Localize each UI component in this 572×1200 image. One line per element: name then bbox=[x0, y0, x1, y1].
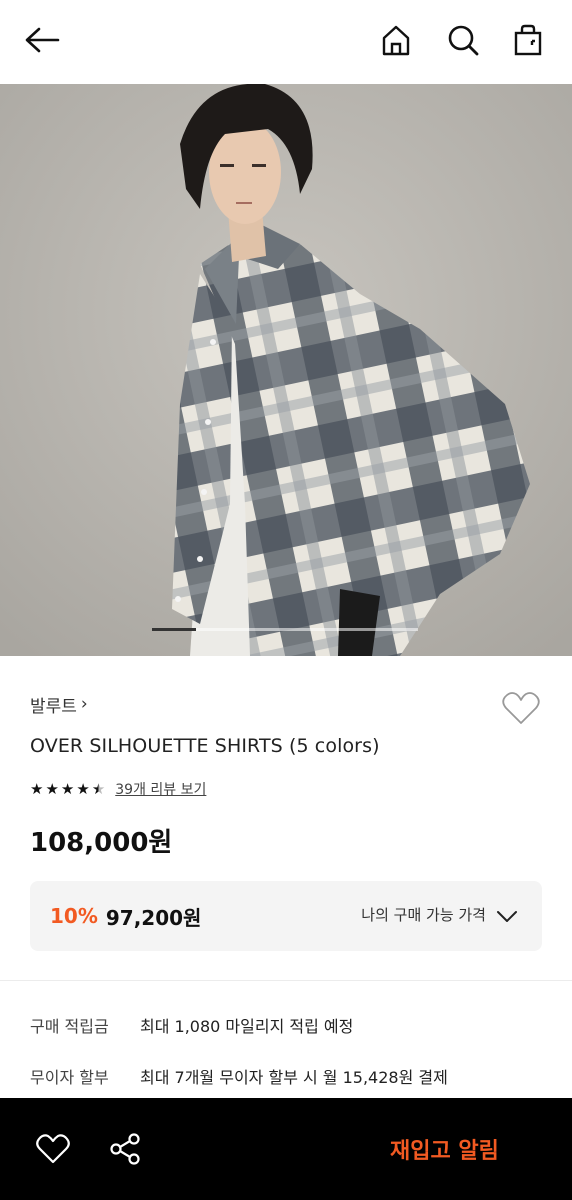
wish-button[interactable] bbox=[34, 1130, 72, 1168]
installment-value: 최대 7개월 무이자 할부 시 월 15,428원 결제 bbox=[140, 1068, 448, 1087]
installment-label: 무이자 할부 bbox=[30, 1068, 109, 1087]
original-price: 108,000원 bbox=[30, 828, 173, 858]
carousel-indicator-active bbox=[152, 628, 196, 631]
review-link[interactable]: 39개 리뷰 보기 bbox=[115, 779, 206, 799]
model-photo bbox=[0, 84, 572, 656]
star-icon: ★ bbox=[76, 779, 90, 798]
discount-rate: 10% bbox=[50, 904, 98, 928]
wishlist-button[interactable] bbox=[500, 688, 542, 728]
discount-price: 97,200원 bbox=[105, 905, 202, 930]
brand-name: 발루트 bbox=[30, 696, 77, 717]
product-title: OVER SILHOUETTE SHIRTS (5 colors) bbox=[30, 735, 380, 757]
back-button[interactable] bbox=[22, 20, 62, 60]
mileage-value: 최대 1,080 마일리지 적립 예정 bbox=[140, 1017, 354, 1036]
brand-link[interactable]: 발루트 › bbox=[30, 690, 88, 718]
product-image[interactable] bbox=[0, 84, 572, 656]
search-button[interactable] bbox=[443, 20, 483, 60]
home-button[interactable] bbox=[376, 20, 416, 60]
mileage-label: 구매 적립금 bbox=[30, 1017, 109, 1036]
bottom-action-bar: 재입고 알림 bbox=[0, 1098, 572, 1200]
star-icon: ★ bbox=[30, 779, 44, 798]
search-icon bbox=[448, 25, 479, 56]
chevron-down-icon bbox=[497, 911, 517, 922]
star-icon: ★ bbox=[45, 779, 59, 798]
section-divider bbox=[0, 980, 572, 981]
home-icon bbox=[382, 25, 410, 56]
installment-row: 무이자 할부 최대 7개월 무이자 할부 시 월 15,428원 결제 bbox=[30, 1063, 448, 1089]
shopping-bag-icon bbox=[514, 24, 542, 56]
star-icon: ★ bbox=[60, 779, 75, 798]
arrow-left-icon bbox=[25, 27, 60, 53]
heart-icon bbox=[36, 1134, 70, 1164]
mileage-row: 구매 적립금 최대 1,080 마일리지 적립 예정 bbox=[30, 1012, 353, 1038]
restock-alert-button[interactable]: 재입고 알림 bbox=[390, 1130, 499, 1168]
half-star-icon: ★ bbox=[91, 779, 106, 798]
rating-stars: ★ ★ ★ ★ ★ bbox=[30, 779, 107, 798]
cart-button[interactable] bbox=[508, 20, 548, 60]
top-header bbox=[0, 0, 572, 85]
my-price-panel[interactable]: 10% 97,200원 나의 구매 가능 가격 bbox=[30, 881, 542, 951]
chevron-right-icon: › bbox=[80, 694, 88, 714]
my-price-label: 나의 구매 가능 가격 bbox=[361, 906, 486, 924]
share-icon bbox=[110, 1133, 140, 1165]
rating-row: ★ ★ ★ ★ ★ 39개 리뷰 보기 bbox=[30, 778, 206, 800]
heart-icon bbox=[502, 692, 540, 724]
share-button[interactable] bbox=[106, 1130, 144, 1168]
carousel-indicator bbox=[152, 628, 418, 631]
